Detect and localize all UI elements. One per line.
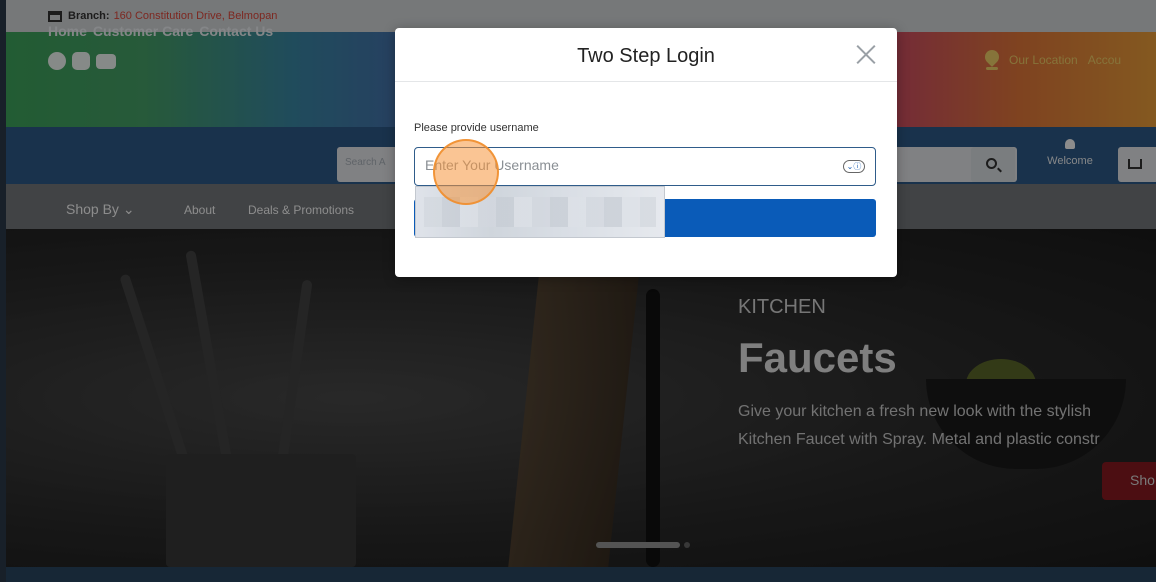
password-manager-icon[interactable]: ⌄ⓘ — [843, 160, 865, 173]
click-indicator — [433, 139, 499, 205]
username-label: Please provide username — [414, 122, 539, 134]
page: Branch: 160 Constitution Drive, Belmopan… — [0, 0, 1156, 582]
modal-header: Two Step Login — [395, 28, 897, 82]
modal-title: Two Step Login — [577, 45, 715, 67]
close-icon[interactable] — [855, 43, 877, 65]
